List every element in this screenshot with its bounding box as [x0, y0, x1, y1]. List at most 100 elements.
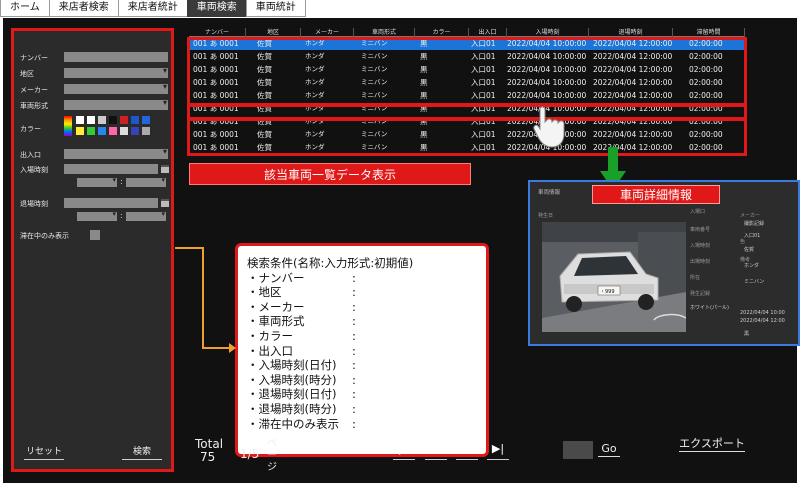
- vehicle-photo: ・999: [542, 222, 686, 332]
- color-swatch[interactable]: [120, 116, 128, 124]
- detail-label: 色: [740, 239, 746, 245]
- color-swatch[interactable]: [142, 127, 150, 135]
- button-underline: [598, 456, 620, 461]
- color-swatch[interactable]: [87, 116, 95, 124]
- detail-label: 発生記録: [690, 291, 711, 297]
- stay-only-checkbox[interactable]: [90, 230, 100, 240]
- detail-value: 黒: [744, 331, 750, 337]
- note-item-label: ・車両形式: [247, 314, 305, 329]
- color-swatch[interactable]: [98, 116, 106, 124]
- tab-visitor-stats[interactable]: 来店者統計: [117, 0, 188, 17]
- detail-label: 入場時刻: [690, 243, 711, 249]
- number-input[interactable]: [64, 52, 168, 62]
- gate-select[interactable]: [64, 147, 168, 159]
- export-label: エクスポート: [679, 437, 745, 450]
- note-item-label: ・滞在中のみ表示: [247, 416, 339, 431]
- body-type-select[interactable]: [64, 98, 168, 110]
- column-header[interactable]: カラー: [415, 28, 469, 37]
- entry-date-input[interactable]: [64, 164, 158, 174]
- color-palette: [64, 116, 168, 136]
- note-item: ・退場時刻(時分):: [247, 402, 486, 417]
- main-panel: ナンバー 地区 メーカー 車両形式 カラー 出入口 入場時刻 : 退場時刻 :: [3, 18, 800, 483]
- detail-value: ホンダ: [744, 263, 760, 269]
- exit-date-input[interactable]: [64, 198, 158, 208]
- exit-time-label: 退場時刻: [20, 200, 48, 208]
- color-swatch[interactable]: [98, 127, 106, 135]
- highlight-box: [187, 37, 747, 106]
- detail-value: 2022/04/04 10:00: [740, 310, 785, 316]
- column-header[interactable]: 退場時刻: [589, 28, 673, 37]
- note-item-label: ・入場時刻(日付): [247, 358, 337, 373]
- color-swatch[interactable]: [142, 116, 150, 124]
- export-button[interactable]: エクスポート: [679, 438, 745, 456]
- search-conditions-note: 検索条件(名称:入力形式:初期値) ・ナンバー: ・地区: ・メーカー: ・車両形式:…: [235, 243, 489, 457]
- column-header[interactable]: 車両形式: [354, 28, 415, 37]
- color-swatch[interactable]: [87, 127, 95, 135]
- last-page-button[interactable]: ▶|: [487, 440, 509, 460]
- search-label: 検索: [132, 447, 151, 457]
- maker-label: メーカー: [20, 86, 48, 94]
- detail-label: 出場時刻: [690, 259, 711, 265]
- first-page-button[interactable]: |◀: [393, 440, 415, 460]
- column-header[interactable]: ナンバー: [189, 28, 246, 37]
- show-list-button[interactable]: 該当車両一覧データ表示: [189, 163, 471, 185]
- color-swatch[interactable]: [109, 116, 117, 124]
- tab-vehicle-stats[interactable]: 車両統計: [245, 0, 306, 17]
- time-colon: :: [120, 211, 123, 220]
- detail-value: 撮影記録: [744, 221, 765, 227]
- note-item-colon: :: [352, 270, 356, 285]
- column-header[interactable]: 地区: [246, 28, 301, 37]
- calendar-icon[interactable]: [161, 199, 169, 207]
- color-swatch[interactable]: [76, 127, 84, 135]
- note-item-colon: :: [352, 343, 356, 358]
- note-item-label: ・出入口: [247, 343, 293, 358]
- color-swatch[interactable]: [131, 116, 139, 124]
- color-swatch[interactable]: [109, 127, 117, 135]
- note-item: ・車両形式:: [247, 314, 486, 329]
- area-label: 地区: [20, 70, 34, 78]
- car-image: ・999: [542, 222, 686, 332]
- note-item-colon: :: [352, 299, 356, 314]
- entry-minute-select[interactable]: [126, 176, 166, 187]
- table-header: ナンバー 地区 メーカー 車両形式 カラー 出入口 入場時刻 退場時刻 滞留時間: [189, 28, 745, 37]
- detail-title: 車両詳細情報: [592, 185, 720, 204]
- entry-time-label: 入場時刻: [20, 166, 48, 174]
- color-swatch-multi[interactable]: [64, 116, 72, 136]
- column-header[interactable]: メーカー: [301, 28, 354, 37]
- next-page-button[interactable]: ▶: [456, 440, 478, 460]
- calendar-icon[interactable]: [161, 165, 169, 173]
- page-number-input[interactable]: [563, 441, 593, 459]
- column-header[interactable]: 入場時刻: [507, 28, 589, 37]
- tab-vehicle-search[interactable]: 車両検索: [186, 0, 247, 17]
- detail-value: 入口01: [744, 233, 761, 239]
- main-tabs: ホーム 来店者検索 来店者統計 車両検索 車両統計: [0, 0, 306, 17]
- color-swatch[interactable]: [131, 127, 139, 135]
- body-type-label: 車両形式: [20, 102, 48, 110]
- maker-select[interactable]: [64, 82, 168, 94]
- color-swatch[interactable]: [76, 116, 84, 124]
- detail-label: メーカー: [740, 213, 761, 219]
- go-button[interactable]: Go: [598, 442, 620, 461]
- note-title: 検索条件(名称:入力形式:初期値): [247, 256, 414, 270]
- detail-label: 発生日: [538, 213, 554, 219]
- note-item-colon: :: [352, 387, 356, 402]
- exit-minute-select[interactable]: [126, 210, 166, 221]
- prev-page-button[interactable]: ◀: [425, 440, 447, 460]
- tab-home[interactable]: ホーム: [0, 0, 50, 17]
- column-header[interactable]: 出入口: [469, 28, 507, 37]
- exit-hour-select[interactable]: [77, 210, 117, 221]
- reset-button[interactable]: リセット: [24, 444, 64, 463]
- note-item-colon: :: [352, 372, 356, 387]
- note-item: ・メーカー:: [247, 300, 486, 315]
- color-swatch[interactable]: [120, 127, 128, 135]
- entry-hour-select[interactable]: [77, 176, 117, 187]
- detail-value: ミニバン: [744, 279, 765, 285]
- note-item: ・入場時刻(時分):: [247, 373, 486, 388]
- stay-only-label: 滞在中のみ表示: [20, 232, 69, 240]
- column-header[interactable]: 滞留時間: [673, 28, 745, 37]
- hand-cursor-icon: [533, 106, 565, 148]
- tab-visitor-search[interactable]: 来店者検索: [48, 0, 119, 17]
- search-button[interactable]: 検索: [122, 444, 162, 463]
- note-item: ・カラー:: [247, 329, 486, 344]
- area-select[interactable]: [64, 66, 168, 78]
